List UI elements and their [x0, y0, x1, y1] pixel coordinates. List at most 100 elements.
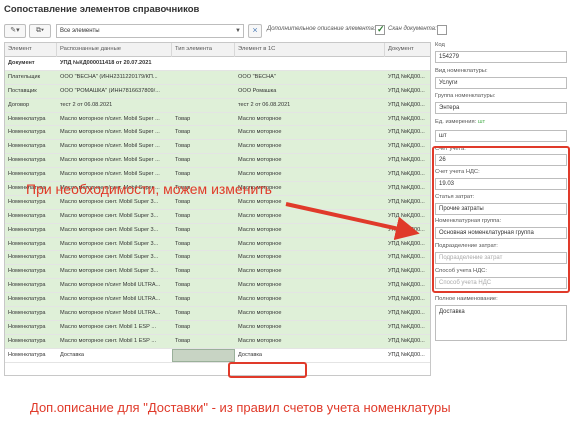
cell-element[interactable]: Номенклатура: [5, 335, 57, 348]
cell-1c-element[interactable]: Масло моторное: [235, 126, 385, 139]
cell-document[interactable]: УПД №КД00...: [385, 168, 430, 181]
cell-document[interactable]: УПД №КД00...: [385, 238, 430, 251]
cell-recognized[interactable]: Масло моторное синт. Mobil Super 3...: [57, 265, 172, 278]
cell-element[interactable]: Номенклатура: [5, 140, 57, 153]
cell-recognized[interactable]: Масло моторное п/синт Mobil ULTRA...: [57, 307, 172, 320]
table-row[interactable]: Номенклатура Масло моторное п/синт Mobil …: [5, 307, 430, 321]
cell-document[interactable]: УПД №КД00...: [385, 196, 430, 209]
kind-field[interactable]: Услуги: [435, 77, 567, 89]
cell-element[interactable]: Номенклатура: [5, 238, 57, 251]
cell-element[interactable]: Номенклатура: [5, 224, 57, 237]
table-row[interactable]: Номенклатура Доставка Доставка УПД №КД00...: [5, 348, 430, 363]
cell-element[interactable]: Номенклатура: [5, 349, 57, 362]
cell-element[interactable]: Плательщик: [5, 71, 57, 84]
cell-1c-element[interactable]: Масло моторное: [235, 335, 385, 348]
table-row[interactable]: Номенклатура Масло моторное синт. Mobil S…: [5, 209, 430, 224]
table-row[interactable]: Номенклатура Масло моторное п/синт. Mobil…: [5, 112, 430, 127]
cell-type[interactable]: [172, 348, 235, 362]
cell-recognized[interactable]: Масло моторное п/синт. Mobil Super ...: [57, 154, 172, 167]
cell-type[interactable]: Товар: [172, 168, 235, 181]
cell-type[interactable]: [172, 85, 235, 98]
table-row[interactable]: Номенклатура Масло моторное п/синт. Mobil…: [5, 140, 430, 155]
cell-recognized[interactable]: тест 2 от 06.08.2021: [57, 99, 172, 112]
table-row[interactable]: Номенклатура Масло моторное синт. Mobil S…: [5, 265, 430, 280]
cell-type[interactable]: Товар: [172, 307, 235, 320]
cell-1c-element[interactable]: Масло моторное: [235, 210, 385, 223]
cell-recognized[interactable]: УПД №КД000011418 от 20.07.2021: [57, 57, 172, 70]
cell-element[interactable]: Поставщик: [5, 85, 57, 98]
cell-document[interactable]: УПД №КД00...: [385, 71, 430, 84]
cell-recognized[interactable]: Доставка: [57, 349, 172, 362]
cell-type[interactable]: Товар: [172, 113, 235, 126]
cell-type[interactable]: Товар: [172, 210, 235, 223]
table-row[interactable]: Документ УПД №КД000011418 от 20.07.2021: [5, 57, 430, 71]
cell-element[interactable]: Номенклатура: [5, 154, 57, 167]
cell-element[interactable]: Номенклатура: [5, 307, 57, 320]
cell-type[interactable]: Товар: [172, 279, 235, 292]
cell-1c-element[interactable]: Масло моторное: [235, 321, 385, 334]
cell-element[interactable]: Номенклатура: [5, 265, 57, 278]
cell-type[interactable]: Товар: [172, 238, 235, 251]
cell-document[interactable]: УПД №КД00...: [385, 293, 430, 306]
cell-1c-element[interactable]: ООО "ВЕСНА": [235, 71, 385, 84]
cell-recognized[interactable]: Масло моторное синт. Mobil Super 3...: [57, 238, 172, 251]
table-row[interactable]: Номенклатура Масло моторное синт. Mobil S…: [5, 237, 430, 252]
table-row[interactable]: Договор тест 2 от 06.08.2021 тест 2 от 06.…: [5, 98, 430, 113]
cell-recognized[interactable]: ООО "ВЕСНА" (ИНН2311220179/КП...: [57, 71, 172, 84]
cell-document[interactable]: УПД №КД00...: [385, 99, 430, 112]
cell-element[interactable]: Документ: [5, 57, 57, 70]
cell-1c-element[interactable]: Масло моторное: [235, 140, 385, 153]
cell-recognized[interactable]: Масло моторное синт. Mobil Super 3...: [57, 196, 172, 209]
table-row[interactable]: Номенклатура Масло моторное синт. Mobil 1…: [5, 320, 430, 335]
table-row[interactable]: Номенклатура Масло моторное п/синт Mobil …: [5, 293, 430, 308]
group-field[interactable]: Энтера: [435, 102, 567, 114]
cell-type[interactable]: [172, 99, 235, 112]
unit-link[interactable]: шт: [478, 119, 485, 125]
clear-filter-button[interactable]: ⨯: [248, 24, 262, 38]
cell-recognized[interactable]: Масло моторное синт. Mobil 1 ESP ...: [57, 335, 172, 348]
cell-element[interactable]: Номенклатура: [5, 210, 57, 223]
cell-element[interactable]: Договор: [5, 99, 57, 112]
cell-1c-element[interactable]: [235, 57, 385, 70]
cell-document[interactable]: УПД №КД00...: [385, 321, 430, 334]
cell-recognized[interactable]: Масло моторное п/синт Mobil ULTRA...: [57, 279, 172, 292]
cell-element[interactable]: Номенклатура: [5, 168, 57, 181]
cell-recognized[interactable]: Масло моторное п/синт Mobil ULTRA...: [57, 293, 172, 306]
cell-element[interactable]: Номенклатура: [5, 279, 57, 292]
cell-element[interactable]: Номенклатура: [5, 113, 57, 126]
cell-type[interactable]: Товар: [172, 265, 235, 278]
cell-recognized[interactable]: Масло моторное синт. Mobil Super 3...: [57, 251, 172, 264]
copy-button[interactable]: ⧉▾: [29, 24, 51, 38]
table-row[interactable]: Номенклатура Масло моторное п/синт. Mobil…: [5, 168, 430, 183]
column-header-document[interactable]: Документ: [385, 43, 430, 57]
cell-1c-element[interactable]: Масло моторное: [235, 224, 385, 237]
cell-recognized[interactable]: Масло моторное синт. Mobil Super 3...: [57, 224, 172, 237]
cell-recognized[interactable]: Масло моторное п/синт. Mobil Super ...: [57, 168, 172, 181]
scan-checkbox[interactable]: [437, 25, 447, 35]
table-row[interactable]: Номенклатура Масло моторное п/синт Mobil …: [5, 279, 430, 294]
cell-document[interactable]: УПД №КД00...: [385, 265, 430, 278]
cell-type[interactable]: Товар: [172, 224, 235, 237]
cell-element[interactable]: Номенклатура: [5, 126, 57, 139]
cell-1c-element[interactable]: Масло моторное: [235, 238, 385, 251]
cell-recognized[interactable]: Масло моторное п/синт. Mobil Super ...: [57, 113, 172, 126]
table-row[interactable]: Номенклатура Масло моторное синт. Mobil S…: [5, 251, 430, 266]
table-row[interactable]: Поставщик ООО "РОМАШКА" (ИНН7816637809/..…: [5, 84, 430, 99]
table-row[interactable]: Номенклатура Масло моторное синт. Mobil 1…: [5, 334, 430, 349]
cell-type[interactable]: Товар: [172, 154, 235, 167]
cell-recognized[interactable]: Масло моторное синт. Mobil Super 3...: [57, 210, 172, 223]
code-field[interactable]: 154279: [435, 51, 567, 63]
column-header-recognized[interactable]: Распознанные данные: [57, 43, 172, 57]
cell-element[interactable]: Номенклатура: [5, 293, 57, 306]
cell-1c-element[interactable]: Масло моторное: [235, 154, 385, 167]
cell-type[interactable]: Товар: [172, 126, 235, 139]
cell-type[interactable]: [172, 57, 235, 70]
cell-document[interactable]: УПД №КД00...: [385, 335, 430, 348]
cell-1c-element[interactable]: тест 2 от 06.08.2021: [235, 99, 385, 112]
cell-document[interactable]: [385, 57, 430, 70]
cell-recognized[interactable]: ООО "РОМАШКА" (ИНН7816637809/...: [57, 85, 172, 98]
cell-document[interactable]: УПД №КД00...: [385, 154, 430, 167]
cell-document[interactable]: УПД №КД00...: [385, 349, 430, 362]
cell-document[interactable]: УПД №КД00...: [385, 85, 430, 98]
cell-document[interactable]: УПД №КД00...: [385, 251, 430, 264]
